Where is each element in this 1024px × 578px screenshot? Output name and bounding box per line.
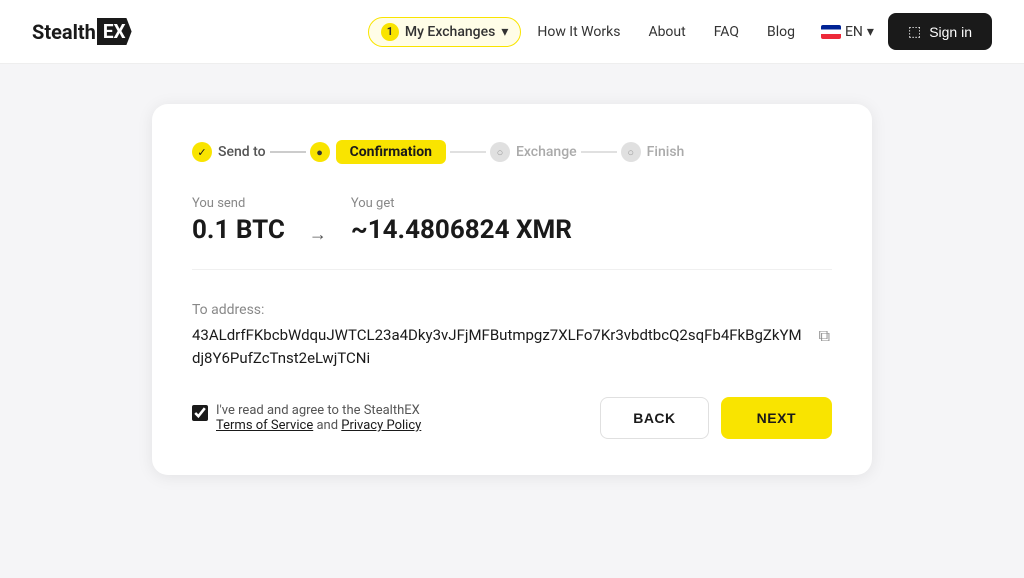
step-exchange-dot: ○: [497, 146, 504, 159]
privacy-policy-link[interactable]: Privacy Policy: [341, 418, 421, 433]
send-block: You send 0.1 BTC: [192, 196, 285, 245]
language-selector[interactable]: EN ▾: [811, 18, 884, 46]
sign-in-icon: ⬚: [908, 23, 921, 40]
exchanges-label: My Exchanges: [405, 24, 495, 40]
logo-ex-text: EX: [97, 18, 132, 45]
step-exchange: ○ Exchange: [490, 142, 577, 162]
address-block: To address: 43ALdrfFKbcbWdquJWTCL23a4Dky…: [192, 302, 832, 369]
step-confirmation-dot: ●: [316, 146, 323, 159]
lang-label: EN: [845, 24, 863, 40]
step-exchange-label: Exchange: [516, 144, 577, 160]
address-label: To address:: [192, 302, 832, 318]
logo-stealth-text: Stealth: [32, 20, 96, 44]
sign-in-button[interactable]: ⬚ Sign in: [888, 13, 992, 50]
step-exchange-circle: ○: [490, 142, 510, 162]
lang-chevron-icon: ▾: [867, 24, 874, 40]
back-button[interactable]: BACK: [600, 397, 708, 439]
connector-2: [450, 151, 486, 153]
terms-checkbox[interactable]: [192, 405, 208, 421]
my-exchanges-button[interactable]: 1 My Exchanges ▾: [368, 17, 522, 47]
checkmark-icon: ✓: [197, 146, 206, 159]
receive-label: You get: [351, 196, 572, 211]
next-button[interactable]: NEXT: [721, 397, 832, 439]
flag-icon: [821, 25, 841, 39]
address-text: 43ALdrfFKbcbWdquJWTCL23a4Dky3vJFjMFButmp…: [192, 324, 805, 369]
receive-block: You get ~14.4806824 XMR: [351, 196, 572, 245]
exchanges-chevron-icon: ▾: [501, 24, 508, 40]
connector-3: [581, 151, 617, 153]
step-finish-label: Finish: [647, 144, 685, 160]
terms-agree-block: I've read and agree to the StealthEX Ter…: [192, 403, 421, 433]
card-footer: I've read and agree to the StealthEX Ter…: [192, 397, 832, 439]
terms-of-service-link[interactable]: Terms of Service: [216, 418, 313, 433]
how-it-works-link[interactable]: How It Works: [525, 16, 632, 48]
copy-icon: ⧉: [819, 328, 830, 345]
send-label: You send: [192, 196, 285, 211]
step-confirmation-label: Confirmation: [336, 140, 446, 164]
step-finish: ○ Finish: [621, 142, 685, 162]
terms-text: I've read and agree to the StealthEX Ter…: [216, 403, 421, 433]
step-confirmation-circle: ●: [310, 142, 330, 162]
stepper: ✓ Send to ● Confirmation ○ Exchange: [192, 140, 832, 164]
exchange-info: You send 0.1 BTC → You get ~14.4806824 X…: [192, 196, 832, 270]
step-send-to-label: Send to: [218, 144, 266, 160]
step-confirmation: ● Confirmation: [310, 140, 446, 164]
send-value: 0.1 BTC: [192, 215, 285, 245]
sign-in-label: Sign in: [929, 24, 972, 40]
about-link[interactable]: About: [636, 16, 697, 48]
step-finish-dot: ○: [627, 146, 634, 159]
arrow-icon: →: [309, 224, 327, 245]
copy-address-button[interactable]: ⧉: [817, 326, 832, 348]
terms-prefix: I've read and agree to the StealthEX: [216, 403, 420, 418]
terms-and: and: [316, 418, 341, 433]
connector-1: [270, 151, 306, 153]
step-send-to-circle: ✓: [192, 142, 212, 162]
address-row: 43ALdrfFKbcbWdquJWTCL23a4Dky3vJFjMFButmp…: [192, 324, 832, 369]
step-finish-circle: ○: [621, 142, 641, 162]
main-nav: 1 My Exchanges ▾ How It Works About FAQ …: [368, 13, 992, 50]
exchanges-badge: 1: [381, 23, 399, 41]
logo: StealthEX: [32, 18, 132, 45]
blog-link[interactable]: Blog: [755, 16, 807, 48]
receive-value: ~14.4806824 XMR: [351, 215, 572, 245]
action-buttons: BACK NEXT: [600, 397, 832, 439]
main-card: ✓ Send to ● Confirmation ○ Exchange: [152, 104, 872, 475]
faq-link[interactable]: FAQ: [702, 16, 751, 48]
step-send-to: ✓ Send to: [192, 142, 266, 162]
